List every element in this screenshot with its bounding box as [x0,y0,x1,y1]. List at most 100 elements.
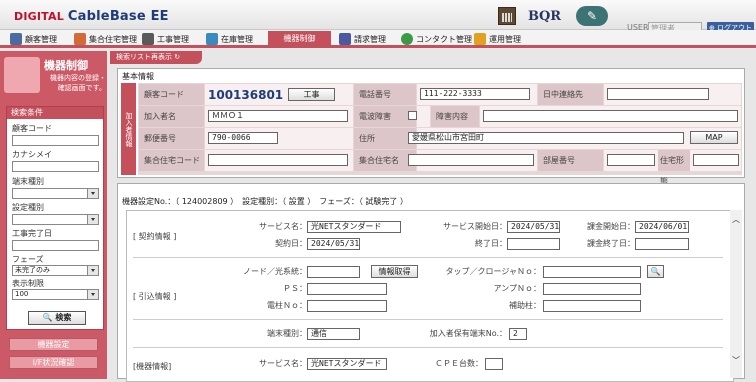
divider [133,347,723,348]
conditions-title: 検索条件 [7,107,103,119]
device-setting-line: 機器設定No.：（ 124002809 ） 設定種別：（ 設置 ） フェーズ：（… [122,197,408,206]
radio-label: 電波障害 [354,106,416,127]
nav-if-status[interactable]: I/F状況確認 [9,356,98,369]
node-input[interactable] [307,266,360,278]
start-input[interactable]: 2024/05/31 [507,221,560,233]
building-code-label: 集合住宅コード [139,150,204,171]
chevron-down-icon[interactable]: ﹀ [730,355,742,366]
scrollbar[interactable]: ︿ ﹀ [730,210,742,378]
tab-billing[interactable]: 請求管理 [339,32,386,48]
customer-code-input[interactable] [12,135,99,146]
housing-input[interactable] [693,154,739,166]
daytime-label: 日中連絡先 [538,84,603,105]
start-label: サービス開始日： [443,222,507,231]
address-input[interactable]: 愛媛県松山市宮田町 [408,132,684,144]
sidebar-subtitle: 機器内容の登録・確認画面です。 [50,74,106,92]
main-tabs: 顧客管理 集合住宅管理 工事管理 在庫管理 機器制御 請求管理 コンタクト管理 … [0,30,756,48]
work-done-input[interactable] [12,240,99,251]
radio-checkbox[interactable] [408,111,417,120]
header-bar: DIGITAL CableBase EE BQR ✎ USER 管理者 ⊕ ログア… [0,0,756,35]
building-code-input[interactable] [208,154,348,166]
terminal-count-input[interactable]: 2 [509,328,527,340]
contract-title: [ 契約情報 ] [133,232,177,241]
kana-input[interactable] [12,161,99,172]
terminal-type-input[interactable]: 通信 [307,328,360,340]
zip-input[interactable]: 790-0066 [208,132,278,144]
name-input[interactable]: ＭＭＯ１ [208,110,348,122]
sidebar-title: 機器制御 [44,59,88,72]
nav-device-settings[interactable]: 機器設定 [9,338,98,351]
room-label: 部屋番号 [538,150,603,171]
calendar-icon[interactable] [498,7,516,25]
terminal-count-label: 加入者保有端末No.： [429,329,507,338]
radio-cell [417,106,430,127]
search-icon: 🔍 [42,313,53,322]
reload-list-button[interactable]: 検索リスト再表示 ↻ [110,51,202,64]
tab-building[interactable]: 集合住宅管理 [74,32,137,48]
divider [133,319,723,320]
map-button[interactable]: MAP [690,131,738,144]
tap-input[interactable] [543,266,641,278]
search-button[interactable]: 🔍 検索 [28,311,86,325]
cpe-input[interactable] [485,358,503,370]
building-name-input[interactable] [408,154,534,166]
service-input[interactable]: 光NETスタンダード [307,221,401,233]
room-input[interactable] [607,154,655,166]
obstacle-input[interactable] [483,110,738,122]
zip-label: 郵便番号 [139,128,204,149]
search-conditions: 検索条件 顧客コード カナシメイ 端末種別 設定種別 工事完了日 フェーズ 未完… [6,106,104,330]
contract-day-input[interactable]: 2024/05/31 [307,238,360,250]
aux-input[interactable] [543,300,641,312]
ps-label: ＰＳ： [283,284,307,293]
terminal-type-label: 端末種別 [12,177,44,186]
customer-code-label: 顧客コード [12,124,52,133]
obstacle-label: 障害内容 [431,106,479,127]
setting-type-select[interactable] [12,214,99,225]
terminal-type-label: 端末種別： [267,329,307,338]
phase-select[interactable]: 未完了のみ [12,265,99,276]
search-icon[interactable]: 🔍 [647,265,664,278]
tab-contact[interactable]: コンタクト管理 [401,32,472,48]
cpe-label: ＣＰＥ台数： [435,359,483,368]
housing-label: 住宅形態 [658,150,690,186]
basic-info-grid: 顧客コード 100136801 工事 電話番号 111-222-3333 日中連… [138,83,742,186]
contract-day-label: 契約日： [275,239,307,248]
edit-pen-icon[interactable]: ✎ [576,6,608,26]
device-service-input[interactable]: 光NETスタンダード [307,358,387,370]
building-name-label: 集合住宅名 [354,150,416,171]
work-button[interactable]: 工事 [288,88,335,101]
device-setting-panel: 機器設定No.：（ 124002809 ） 設定種別：（ 設置 ） フェーズ：（… [117,183,745,382]
pole-input[interactable] [307,300,387,312]
device-control-icon [4,57,40,93]
bqr-button[interactable]: BQR [528,9,561,24]
address-label: 住所 [354,128,416,149]
work-done-label: 工事完了日 [12,229,52,238]
ps-input[interactable] [307,283,387,295]
tab-customer[interactable]: 顧客管理 [10,32,57,48]
display-select[interactable]: 100 [12,289,99,300]
kana-label: カナシメイ [12,150,52,159]
fetch-info-button[interactable]: 情報取得 [371,265,418,278]
tab-operation[interactable]: 運用管理 [474,32,521,48]
bill-start-label: 課金開始日： [587,222,635,231]
amp-input[interactable] [543,283,641,295]
tab-stock[interactable]: 在庫管理 [206,32,253,48]
phone-label: 電話番号 [354,84,416,105]
subscriber-info-bar: 加入者情報 [121,83,136,175]
customer-code-label: 顧客コード [139,84,204,105]
terminal-type-select[interactable] [12,188,99,199]
daytime-input[interactable] [607,88,709,100]
divider [133,257,723,258]
device-detail-area: [ 契約情報 ] サービス名： 光NETスタンダード サービス開始日： 2024… [126,210,734,382]
phone-input[interactable]: 111-222-3333 [420,88,530,100]
end-input[interactable] [507,238,560,250]
setting-type-label: 設定種別 [12,203,44,212]
aux-label: 補助柱： [509,301,541,310]
bill-start-input[interactable]: 2024/06/01 [635,221,689,233]
basic-info-panel: 基本情報 加入者情報 顧客コード 100136801 工事 電話番号 111-2… [117,68,745,186]
tab-device-control[interactable]: 機器制御 [268,31,331,48]
main-content: 検索リスト再表示 ↻ 基本情報 加入者情報 顧客コード 100136801 工事… [110,51,756,382]
chevron-up-icon[interactable]: ︿ [730,214,742,225]
tab-work[interactable]: 工事管理 [142,32,189,48]
bill-end-input[interactable] [635,238,689,250]
